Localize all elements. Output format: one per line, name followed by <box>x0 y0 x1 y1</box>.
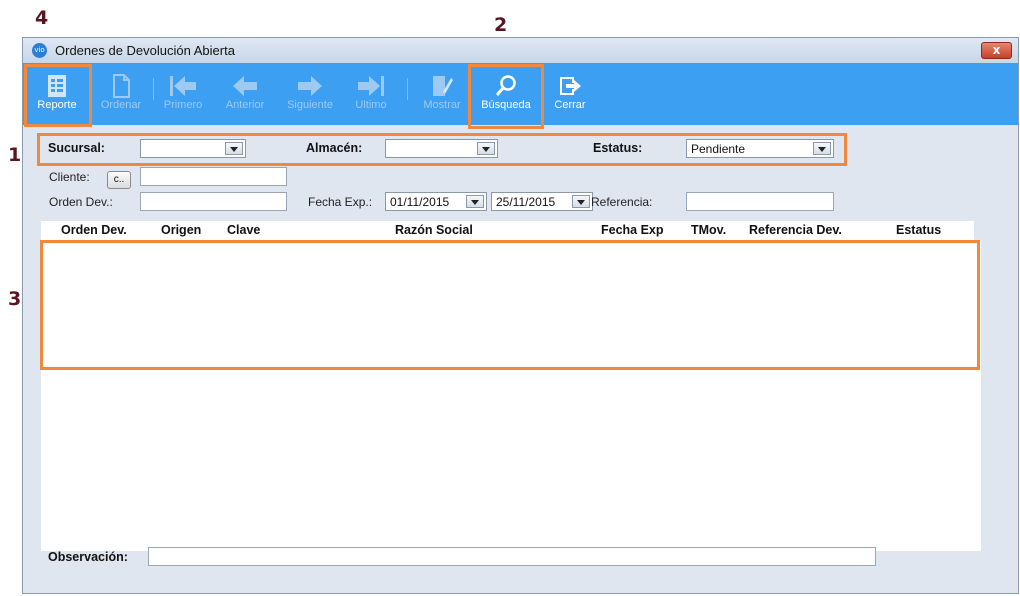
app-logo-icon: vio <box>32 43 47 58</box>
column-razon-social[interactable]: Razón Social <box>395 223 473 237</box>
fecha-hasta-value: 25/11/2015 <box>496 195 556 209</box>
cliente-label: Cliente: <box>49 170 90 184</box>
ultimo-label: Ultimo <box>355 99 387 111</box>
anterior-button[interactable]: Anterior <box>213 67 277 123</box>
ordenar-button[interactable]: Ordenar <box>89 67 153 123</box>
orden-dev-input[interactable] <box>140 192 287 211</box>
cerrar-button[interactable]: Cerrar <box>541 67 599 123</box>
previous-record-icon <box>233 76 257 96</box>
column-estatus[interactable]: Estatus <box>896 223 941 237</box>
fecha-exp-label: Fecha Exp.: <box>308 195 373 209</box>
chevron-down-icon[interactable] <box>572 195 590 208</box>
fecha-hasta-picker[interactable]: 25/11/2015 <box>491 192 593 211</box>
referencia-label: Referencia: <box>591 195 653 209</box>
next-record-icon <box>298 76 322 96</box>
last-record-icon <box>358 76 384 96</box>
column-orden-dev[interactable]: Orden Dev. <box>61 223 127 237</box>
grid-header: Orden Dev. Origen Clave Razón Social Fec… <box>41 221 974 241</box>
chevron-down-icon[interactable] <box>466 195 484 208</box>
highlight-filters <box>37 133 847 166</box>
cliente-lookup-button[interactable]: c.. <box>107 171 131 189</box>
fecha-desde-value: 01/11/2015 <box>390 195 450 209</box>
edit-note-icon <box>433 76 453 96</box>
column-fecha-exp[interactable]: Fecha Exp <box>601 223 664 237</box>
callout-4: 4 <box>35 7 49 29</box>
fecha-desde-picker[interactable]: 01/11/2015 <box>385 192 487 211</box>
orden-dev-label: Orden Dev.: <box>49 195 113 209</box>
observacion-label: Observación: <box>48 550 128 564</box>
referencia-input[interactable] <box>686 192 834 211</box>
column-origen[interactable]: Origen <box>161 223 201 237</box>
toolbar-separator <box>407 78 408 100</box>
column-referencia-dev[interactable]: Referencia Dev. <box>749 223 842 237</box>
window-title: Ordenes de Devolución Abierta <box>55 43 235 58</box>
mostrar-button[interactable]: Mostrar <box>410 67 474 123</box>
ordenar-label: Ordenar <box>100 99 142 111</box>
title-bar: vio Ordenes de Devolución Abierta x <box>23 38 1018 64</box>
document-icon <box>113 74 130 98</box>
column-clave[interactable]: Clave <box>227 223 260 237</box>
first-record-icon <box>170 76 196 96</box>
ultimo-button[interactable]: Ultimo <box>339 67 403 123</box>
primero-label: Primero <box>163 99 203 111</box>
callout-1: 1 <box>8 144 22 166</box>
exit-icon <box>560 77 581 95</box>
column-tmov[interactable]: TMov. <box>691 223 726 237</box>
highlight-busqueda <box>468 64 544 129</box>
cliente-input[interactable] <box>140 167 287 186</box>
anterior-label: Anterior <box>225 99 265 111</box>
primero-button[interactable]: Primero <box>151 67 215 123</box>
cerrar-label: Cerrar <box>554 99 586 111</box>
close-button[interactable]: x <box>981 42 1012 59</box>
callout-3: 3 <box>8 288 22 310</box>
mostrar-label: Mostrar <box>423 99 461 111</box>
highlight-reporte <box>24 64 92 127</box>
callout-2: 2 <box>494 14 508 36</box>
siguiente-label: Siguiente <box>287 99 333 111</box>
siguiente-button[interactable]: Siguiente <box>278 67 342 123</box>
highlight-grid <box>40 240 980 370</box>
observacion-input[interactable] <box>148 547 876 566</box>
